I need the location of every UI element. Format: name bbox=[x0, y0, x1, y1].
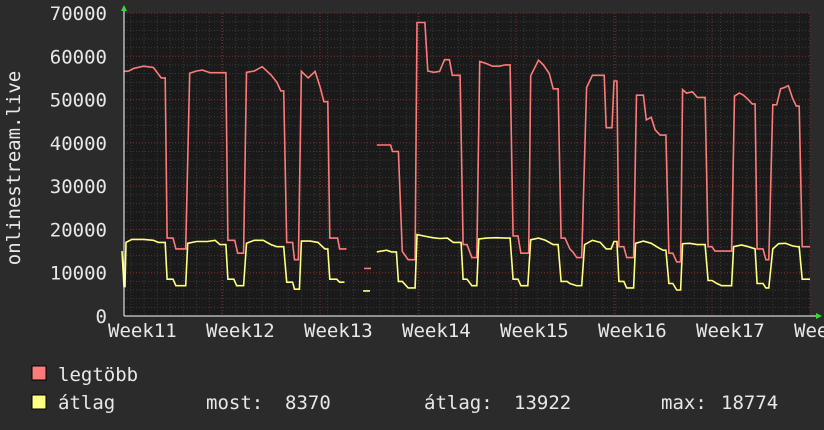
y-axis-label: onlinestream.live bbox=[3, 71, 25, 265]
y-tick-label: 70000 bbox=[50, 3, 107, 25]
y-tick-label: 40000 bbox=[50, 133, 107, 155]
x-tick-label: Week17 bbox=[696, 320, 765, 342]
legend-label-atlag: átlag bbox=[58, 392, 115, 414]
y-tick-label: 0 bbox=[96, 306, 107, 328]
stat-atlag-label: átlag: bbox=[424, 392, 493, 414]
stat-max-label: max: bbox=[661, 392, 707, 414]
x-tick-label: Week14 bbox=[402, 320, 471, 342]
x-tick-label: Week11 bbox=[108, 320, 177, 342]
y-tick-label: 60000 bbox=[50, 46, 107, 68]
legend-swatch-legtobb bbox=[31, 365, 47, 381]
x-tick-label: Week13 bbox=[304, 320, 373, 342]
chart: 0 10000 20000 30000 40000 50000 60000 70000 Wee… bbox=[0, 0, 824, 430]
y-tick-label: 20000 bbox=[50, 219, 107, 241]
y-tick-label: 50000 bbox=[50, 90, 107, 112]
x-tick-label: Week12 bbox=[206, 320, 275, 342]
x-tick-label: Week15 bbox=[500, 320, 569, 342]
stat-max-value: 18774 bbox=[721, 392, 778, 414]
x-tick-label: Week18 bbox=[794, 320, 824, 342]
y-tick-label: 10000 bbox=[50, 263, 107, 285]
x-axis-tick-labels: Week11 Week12 Week13 Week14 Week15 Week16 Week… bbox=[108, 320, 824, 342]
stat-atlag-value: 13922 bbox=[514, 392, 571, 414]
legend-label-legtobb: legtöbb bbox=[58, 364, 138, 386]
stat-most-value: 8370 bbox=[285, 392, 331, 414]
x-tick-label: Week16 bbox=[598, 320, 667, 342]
stat-most-label: most: bbox=[206, 392, 263, 414]
y-tick-label: 30000 bbox=[50, 176, 107, 198]
legend-swatch-atlag bbox=[31, 394, 47, 410]
